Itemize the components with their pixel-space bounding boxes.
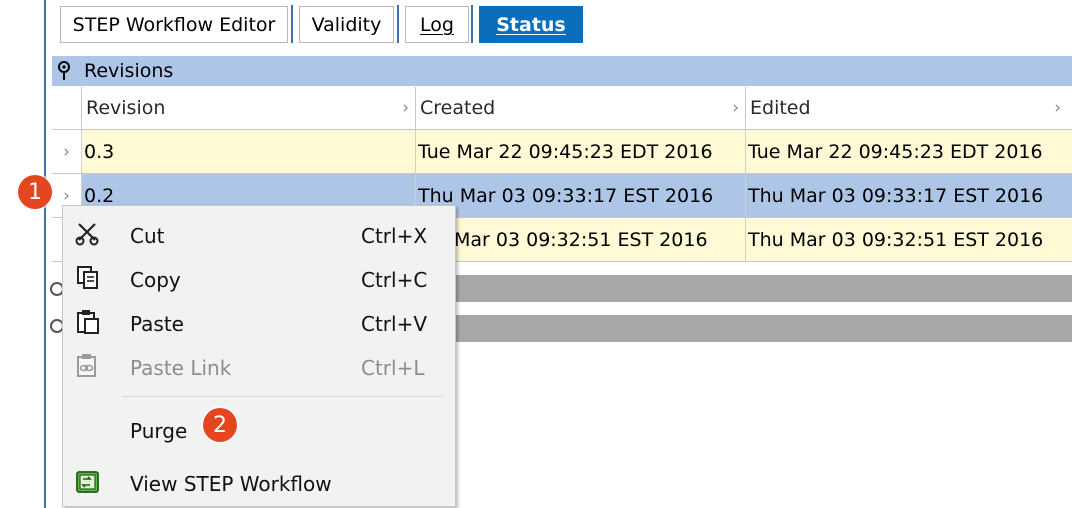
menu-item-label: Paste Link [130, 356, 232, 380]
menu-item-label: View STEP Workflow [130, 472, 332, 496]
scissors-icon [75, 221, 101, 247]
panel-left-border [44, 0, 46, 508]
cell-edited: Tue Mar 22 09:45:23 EDT 2016 [746, 130, 1072, 174]
callout-badge-2: 2 [203, 408, 237, 442]
section-title: Revisions [84, 60, 174, 82]
cell-created: Tue Mar 22 09:45:23 EDT 2016 [416, 130, 746, 174]
menu-item-paste-link[interactable]: Paste Link Ctrl+L [63, 345, 455, 389]
row-expander[interactable]: › [52, 130, 82, 174]
tab-status[interactable]: Status [471, 5, 583, 43]
column-header-revision[interactable]: Revision › [82, 87, 416, 130]
menu-item-label: Copy [130, 268, 181, 292]
cell-created: Mar 03 09:32:51 EST 2016 [416, 218, 746, 262]
collapsed-section-bar[interactable] [450, 315, 1072, 342]
tab-step-workflow-editor-label: STEP Workflow Editor [72, 13, 276, 36]
paste-icon [75, 309, 101, 335]
menu-item-shortcut: Ctrl+C [361, 268, 428, 292]
column-header-edited-label: Edited [750, 97, 811, 119]
chevron-right-icon[interactable]: › [63, 186, 70, 206]
menu-item-label: Purge [130, 419, 188, 443]
copy-icon [75, 265, 101, 291]
callout-badge-1: 1 [18, 175, 52, 209]
cell-edited: Thu Mar 03 09:33:17 EST 2016 [746, 174, 1072, 218]
column-header-revision-label: Revision [86, 97, 166, 119]
sort-chevron-icon: › [402, 98, 409, 118]
menu-item-shortcut: Ctrl+V [361, 312, 428, 336]
menu-item-shortcut: Ctrl+L [361, 356, 425, 380]
cell-created-text: Mar 03 09:32:51 EST 2016 [454, 228, 708, 251]
workflow-icon [75, 469, 101, 495]
menu-separator [123, 396, 443, 397]
tab-step-workflow-editor[interactable]: STEP Workflow Editor [60, 6, 288, 43]
menu-item-copy[interactable]: Copy Ctrl+C [63, 257, 455, 301]
sort-chevron-icon: › [732, 98, 739, 118]
collapsed-section-bar[interactable] [450, 275, 1072, 302]
menu-item-purge[interactable]: Purge [63, 408, 455, 452]
column-header-edited[interactable]: Edited › [746, 87, 1072, 130]
cell-edited: Thu Mar 03 09:32:51 EST 2016 [746, 218, 1072, 262]
chevron-right-icon[interactable]: › [63, 142, 70, 162]
pin-icon[interactable] [54, 60, 74, 82]
revisions-section-header[interactable]: Revisions [52, 56, 1072, 86]
menu-item-label: Paste [130, 312, 184, 336]
tab-validity-label: Validity [311, 13, 382, 36]
tab-status-label: Status [496, 13, 566, 36]
tab-log-label: Log [420, 13, 454, 36]
tab-validity[interactable]: Validity [291, 5, 394, 43]
paste-link-icon [75, 353, 101, 379]
cell-revision: 0.3 [82, 130, 416, 174]
column-header-created-label: Created [420, 97, 496, 119]
menu-item-view-step-workflow[interactable]: View STEP Workflow [63, 461, 455, 505]
context-menu: Cut Ctrl+X Copy Ctrl+C Paste Ctrl+V Past… [62, 205, 456, 507]
header-spacer [52, 87, 82, 130]
menu-item-label: Cut [130, 224, 165, 248]
menu-item-paste[interactable]: Paste Ctrl+V [63, 301, 455, 345]
sort-chevron-icon: › [1054, 98, 1061, 118]
menu-item-cut[interactable]: Cut Ctrl+X [63, 213, 455, 257]
menu-item-shortcut: Ctrl+X [361, 224, 428, 248]
tab-log[interactable]: Log [397, 5, 469, 43]
cell-created: Thu Mar 03 09:33:17 EST 2016 [416, 174, 746, 218]
column-header-created[interactable]: Created › [416, 87, 746, 130]
